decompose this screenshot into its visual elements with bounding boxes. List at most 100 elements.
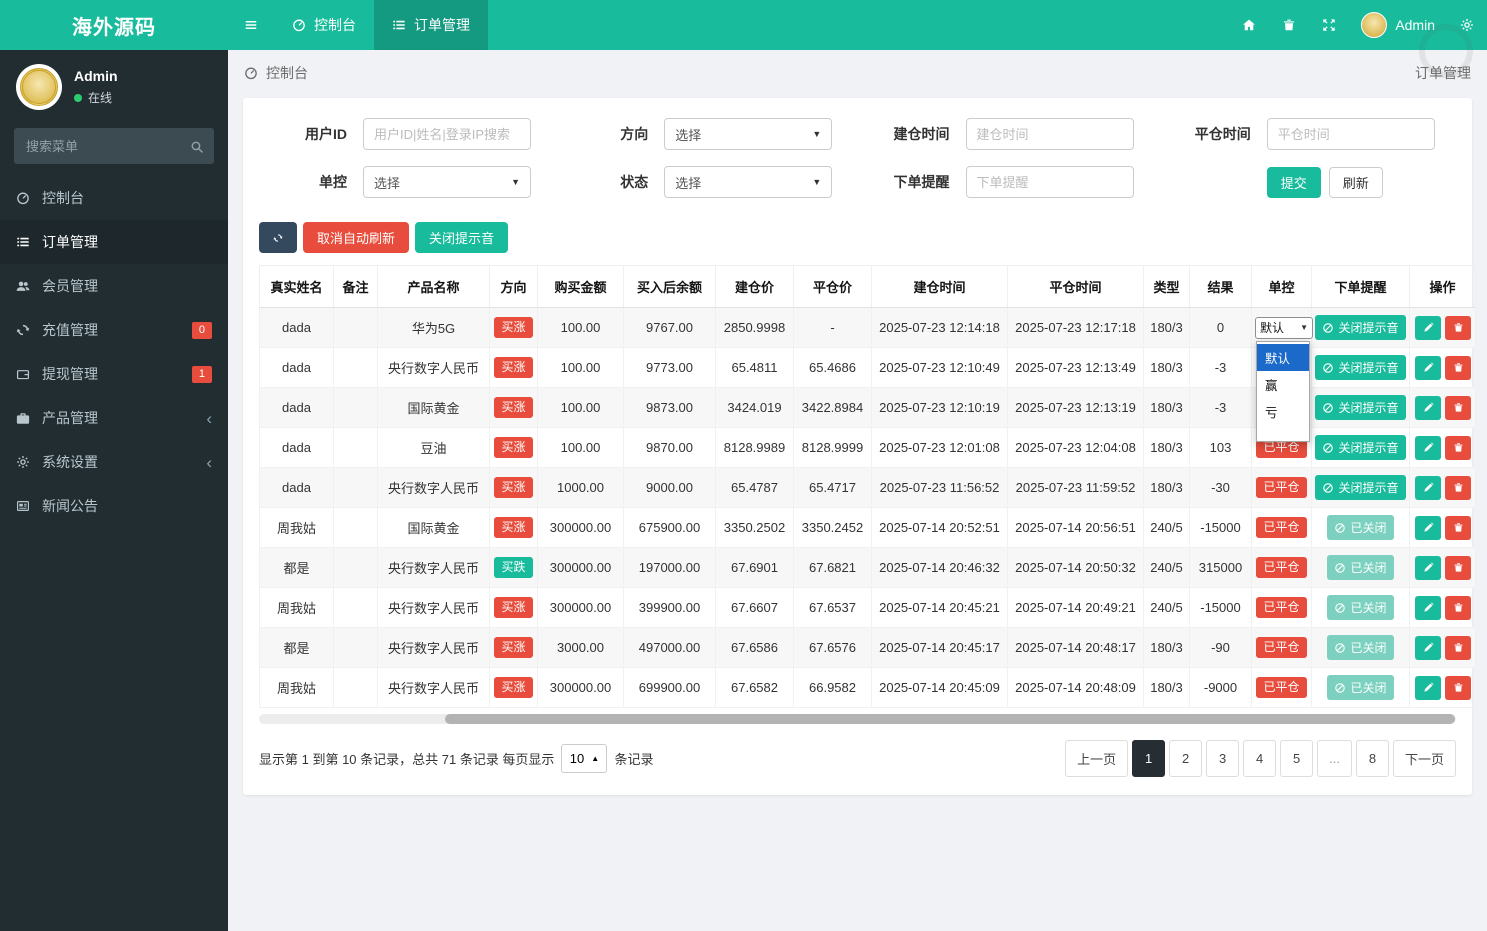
column-header[interactable]: 建仓价 xyxy=(715,265,794,308)
delete-button[interactable] xyxy=(1445,395,1471,420)
column-header[interactable]: 类型 xyxy=(1143,265,1190,308)
column-header[interactable]: 平仓时间 xyxy=(1007,265,1144,308)
search-icon[interactable] xyxy=(190,138,204,154)
sidebar-user-panel: Admin 在线 xyxy=(0,50,228,120)
home-button[interactable] xyxy=(1229,0,1269,50)
delete-button[interactable] xyxy=(1445,635,1471,660)
cancel-auto-refresh-button[interactable]: 取消自动刷新 xyxy=(303,222,410,253)
column-header[interactable]: 真实姓名 xyxy=(259,265,334,308)
delete-button[interactable] xyxy=(1445,315,1471,340)
topbar-tab-orders[interactable]: 订单管理 xyxy=(374,0,488,50)
remind-button[interactable]: 关闭提示音 xyxy=(1315,395,1406,420)
sidebar-item-6[interactable]: 系统设置 ‹ xyxy=(0,440,228,484)
delete-button[interactable] xyxy=(1445,475,1471,500)
clear-button[interactable] xyxy=(1269,0,1309,50)
column-header[interactable]: 建仓时间 xyxy=(871,265,1008,308)
edit-button[interactable] xyxy=(1415,555,1441,580)
page-button-...[interactable]: ... xyxy=(1317,740,1352,777)
topbar-user-menu[interactable]: Admin xyxy=(1349,12,1447,38)
control-option[interactable]: 赢 xyxy=(1257,371,1309,398)
control-select[interactable]: 默认 ▼ 默认赢亏 xyxy=(1255,316,1313,442)
cell-control: 已平仓 xyxy=(1251,547,1312,588)
open-time-input[interactable] xyxy=(965,118,1134,150)
column-header[interactable]: 备注 xyxy=(333,265,378,308)
column-header[interactable]: 下单提醒 xyxy=(1311,265,1410,308)
cell-open-time: 2025-07-23 12:14:18 xyxy=(871,307,1008,348)
user-id-input[interactable] xyxy=(363,118,531,150)
remind-button[interactable]: 关闭提示音 xyxy=(1315,315,1406,340)
page-button-2[interactable]: 2 xyxy=(1169,740,1203,777)
delete-button[interactable] xyxy=(1445,675,1471,700)
control-option[interactable]: 默认 xyxy=(1257,343,1309,371)
page-button-3[interactable]: 3 xyxy=(1206,740,1240,777)
page-button-8[interactable]: 8 xyxy=(1355,740,1389,777)
reload-button[interactable] xyxy=(259,222,297,253)
menu-search-input[interactable] xyxy=(14,128,214,164)
cell-ops xyxy=(1409,427,1476,468)
page-button-5[interactable]: 5 xyxy=(1280,740,1314,777)
remind-button[interactable]: 已关闭 xyxy=(1327,675,1394,700)
remind-button[interactable]: 已关闭 xyxy=(1327,635,1394,660)
ban-icon xyxy=(1334,562,1346,574)
sidebar-item-4[interactable]: 提现管理 1 xyxy=(0,352,228,396)
page-button-4[interactable]: 4 xyxy=(1243,740,1277,777)
direction-select[interactable]: 选择 ▼ xyxy=(664,118,833,150)
remind-button[interactable]: 已关闭 xyxy=(1327,515,1394,540)
column-header[interactable]: 单控 xyxy=(1251,265,1312,308)
column-header[interactable]: 买入后余额 xyxy=(623,265,716,308)
edit-button[interactable] xyxy=(1415,635,1441,660)
prev-page-button[interactable]: 上一页 xyxy=(1065,740,1129,777)
page-button-1[interactable]: 1 xyxy=(1132,740,1166,777)
delete-button[interactable] xyxy=(1445,515,1471,540)
cell-close-time: 2025-07-23 12:13:19 xyxy=(1007,387,1144,428)
remind-input[interactable] xyxy=(965,166,1134,198)
horizontal-scrollbar[interactable] xyxy=(259,714,1456,724)
status-select[interactable]: 选择 ▼ xyxy=(664,166,833,198)
control-option[interactable]: 亏 xyxy=(1257,398,1309,425)
delete-button[interactable] xyxy=(1445,595,1471,620)
scrollbar-thumb[interactable] xyxy=(444,714,1455,724)
user-name: Admin xyxy=(74,68,118,84)
sidebar-item-2[interactable]: 会员管理 xyxy=(0,264,228,308)
edit-button[interactable] xyxy=(1415,355,1441,380)
settings-button[interactable] xyxy=(1447,0,1487,50)
edit-button[interactable] xyxy=(1415,675,1441,700)
topbar-tab-console[interactable]: 控制台 xyxy=(274,0,374,50)
delete-button[interactable] xyxy=(1445,555,1471,580)
sidebar-item-7[interactable]: 新闻公告 xyxy=(0,484,228,528)
refresh-button[interactable]: 刷新 xyxy=(1328,166,1383,198)
edit-button[interactable] xyxy=(1415,515,1441,540)
edit-button[interactable] xyxy=(1415,315,1441,340)
fullscreen-button[interactable] xyxy=(1309,0,1349,50)
column-header[interactable]: 方向 xyxy=(489,265,538,308)
column-header[interactable]: 平仓价 xyxy=(793,265,872,308)
page-size-select[interactable]: 10 ▲ xyxy=(561,744,608,773)
breadcrumb[interactable]: 控制台 xyxy=(244,63,308,83)
edit-button[interactable] xyxy=(1415,395,1441,420)
sidebar-item-1[interactable]: 订单管理 xyxy=(0,220,228,264)
remind-button[interactable]: 关闭提示音 xyxy=(1315,475,1406,500)
column-header[interactable]: 操作 xyxy=(1409,265,1476,308)
column-header[interactable]: 产品名称 xyxy=(377,265,490,308)
delete-button[interactable] xyxy=(1445,435,1471,460)
submit-button[interactable]: 提交 xyxy=(1266,166,1321,198)
remind-button[interactable]: 已关闭 xyxy=(1327,595,1394,620)
column-header[interactable]: 购买金额 xyxy=(537,265,624,308)
remind-button[interactable]: 已关闭 xyxy=(1327,555,1394,580)
close-sound-button[interactable]: 关闭提示音 xyxy=(415,222,509,253)
close-time-input[interactable] xyxy=(1266,118,1435,150)
edit-button[interactable] xyxy=(1415,435,1441,460)
cell-type: 180/3 xyxy=(1143,347,1190,388)
next-page-button[interactable]: 下一页 xyxy=(1392,740,1456,777)
delete-button[interactable] xyxy=(1445,355,1471,380)
control-filter-select[interactable]: 选择 ▼ xyxy=(363,166,531,198)
remind-button[interactable]: 关闭提示音 xyxy=(1315,435,1406,460)
column-header[interactable]: 结果 xyxy=(1189,265,1252,308)
edit-button[interactable] xyxy=(1415,475,1441,500)
edit-button[interactable] xyxy=(1415,595,1441,620)
sidebar-item-0[interactable]: 控制台 xyxy=(0,176,228,220)
sidebar-item-3[interactable]: 充值管理 0 xyxy=(0,308,228,352)
remind-button[interactable]: 关闭提示音 xyxy=(1315,355,1406,380)
sidebar-toggle-button[interactable] xyxy=(228,0,274,50)
sidebar-item-5[interactable]: 产品管理 ‹ xyxy=(0,396,228,440)
